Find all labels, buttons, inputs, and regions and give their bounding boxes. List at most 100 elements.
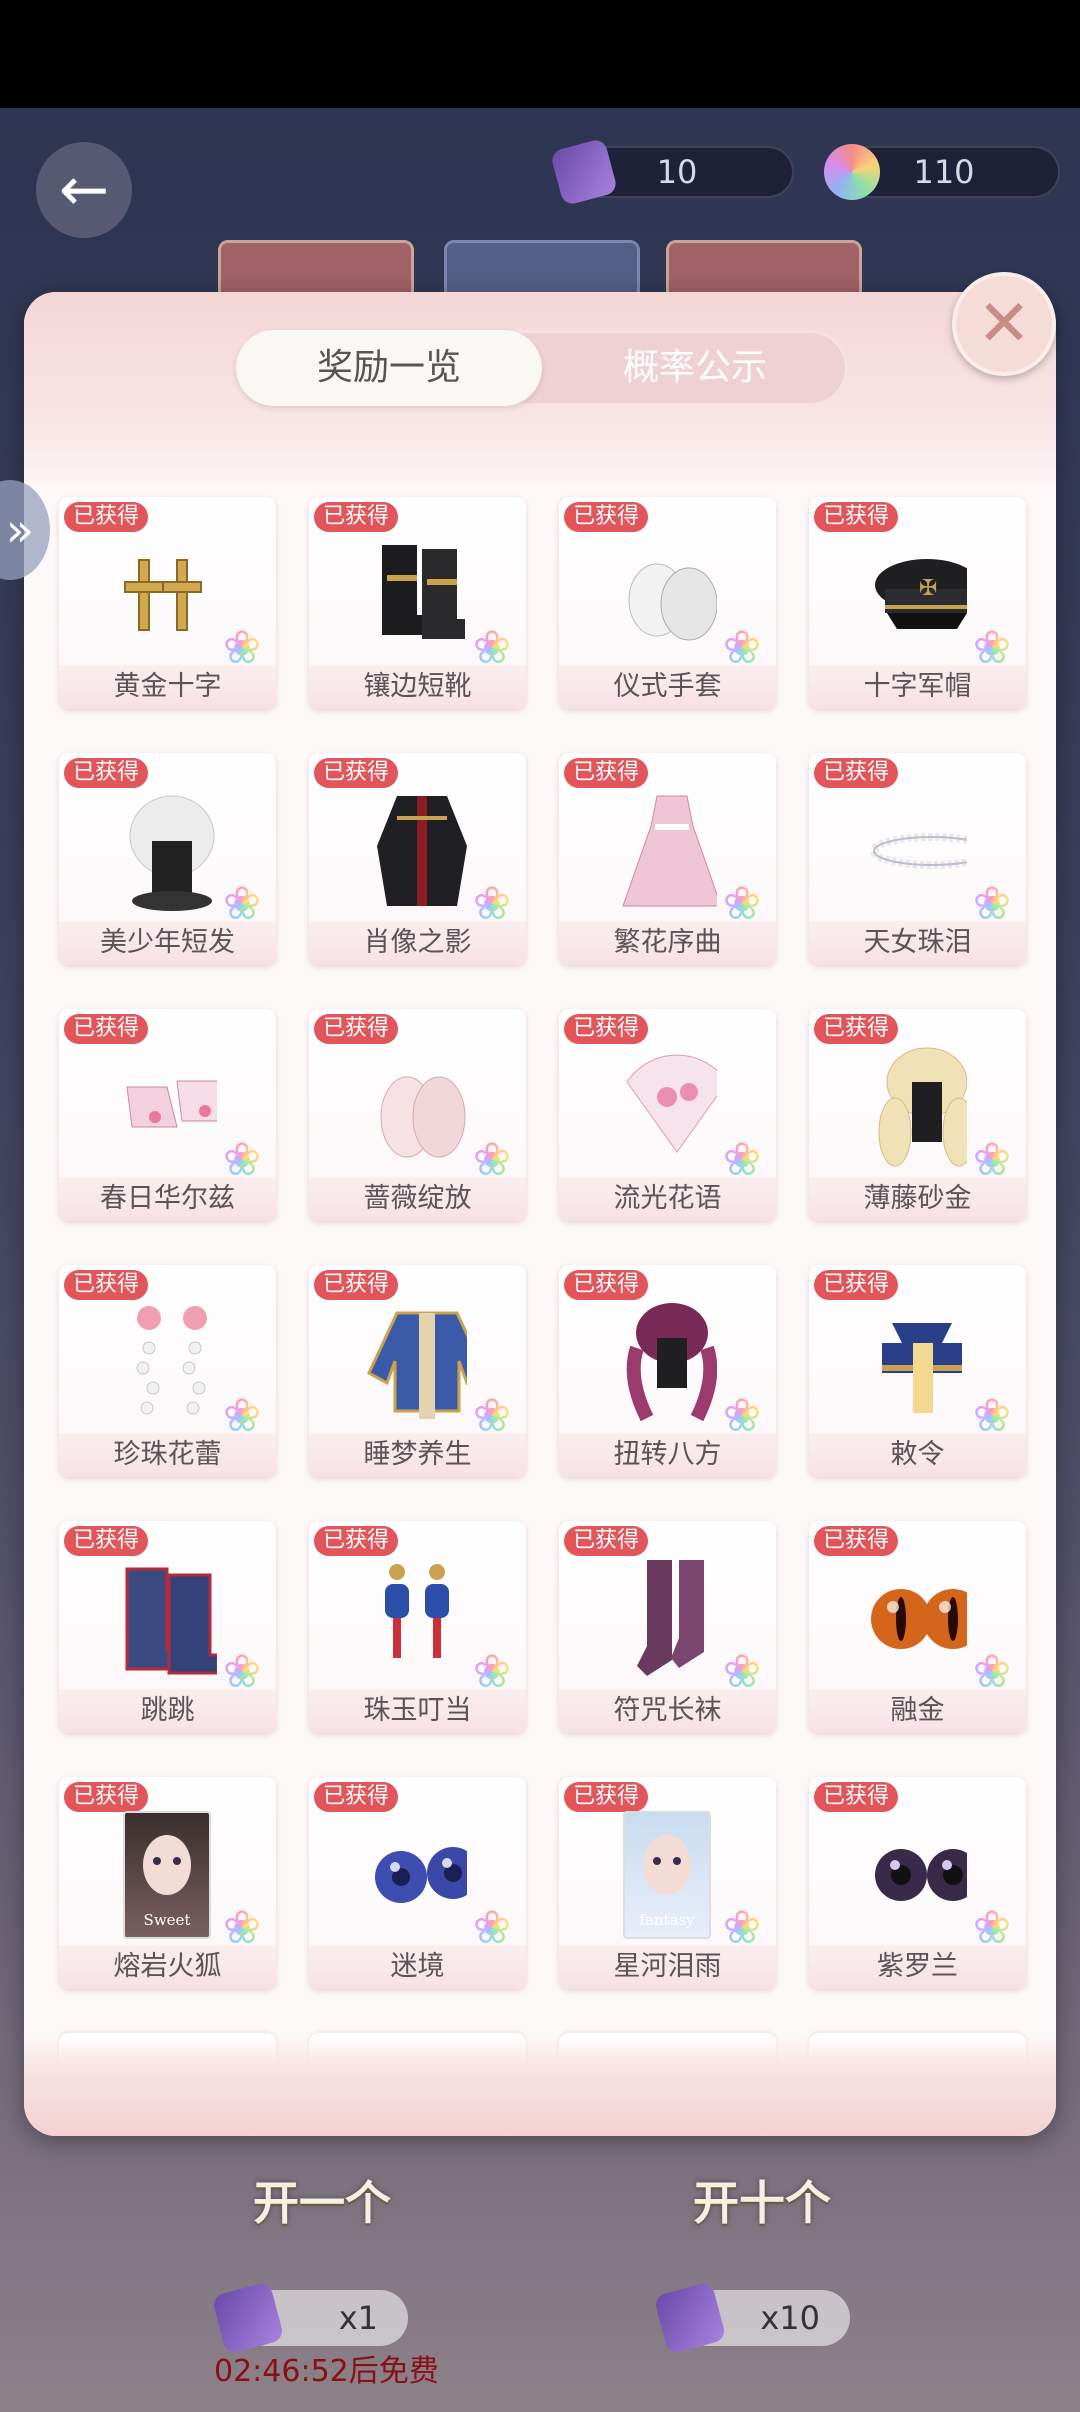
lantern-earrings-icon <box>367 1559 467 1679</box>
reward-name: 符咒长袜 <box>559 1689 776 1733</box>
rainbow-gem-icon <box>824 144 880 200</box>
white-gloves-icon <box>617 535 717 655</box>
obtained-badge: 已获得 <box>314 1014 399 1044</box>
obtained-badge: 已获得 <box>564 1270 649 1300</box>
reward-card[interactable]: 已获得 ❀ 薄藤砂金 <box>809 1009 1026 1221</box>
purple-braids-hair-icon <box>617 1303 717 1423</box>
reward-card[interactable]: 已获得 ❀ 敕令 <box>809 1265 1026 1477</box>
rainbow-flower-icon: ❀ <box>468 1647 516 1695</box>
tab-rewards[interactable]: 奖励一览 <box>236 330 542 406</box>
reward-card[interactable]: 已获得 ❀ 符咒长袜 <box>559 1521 776 1733</box>
reward-card[interactable]: 已获得 fantasy ❀ 星河泪雨 <box>559 1777 776 1989</box>
reward-card[interactable]: 已获得 ❀ 美少年短发 <box>59 753 276 965</box>
makeup-card-fantasy-icon: fantasy <box>621 1811 713 1939</box>
obtained-badge: 已获得 <box>814 1782 899 1812</box>
rainbow-flower-icon: ❀ <box>968 623 1016 671</box>
obtained-badge: 已获得 <box>564 1526 649 1556</box>
open-one-label: 开一个 <box>253 2176 391 2230</box>
tab-bar: 奖励一览 概率公示 <box>236 330 848 406</box>
reward-card[interactable]: 已获得 ❀ 融金 <box>809 1521 1026 1733</box>
obtained-badge: 已获得 <box>814 1270 899 1300</box>
reward-card[interactable]: 已获得 ❀ 仪式手套 <box>559 497 776 709</box>
obtained-badge: 已获得 <box>564 1014 649 1044</box>
reward-name: 熔岩火狐 <box>59 1945 276 1989</box>
military-cap-icon: ✠ <box>867 535 967 655</box>
obtained-badge: 已获得 <box>64 758 149 788</box>
free-timer: 02:46:52后免费 <box>214 2354 439 2389</box>
reward-card[interactable]: 已获得 ❀ 春日华尔兹 <box>59 1009 276 1221</box>
rainbow-flower-icon: ❀ <box>218 1391 266 1439</box>
makeup-card-text: fantasy <box>639 1911 695 1929</box>
cost-ten-pill: x10 <box>653 2281 850 2355</box>
violet-eyes-icon <box>867 1815 967 1935</box>
rainbow-flower-icon: ❀ <box>718 623 766 671</box>
reward-name: 迷境 <box>309 1945 526 1989</box>
reward-card[interactable]: 已获得 ❀ 肖像之影 <box>309 753 526 965</box>
pink-shoes-icon <box>117 1047 217 1167</box>
reward-name: 敕令 <box>809 1433 1026 1477</box>
obtained-badge: 已获得 <box>314 502 399 532</box>
reward-name: 薄藤砂金 <box>809 1177 1026 1221</box>
makeup-card-sweet-icon: Sweet <box>121 1811 213 1939</box>
obtained-badge: 已获得 <box>64 1014 149 1044</box>
reward-card[interactable]: 已获得 ❀ 珍珠花蕾 <box>59 1265 276 1477</box>
purple-stockings-icon <box>617 1559 717 1679</box>
blue-boots-icon <box>117 1559 217 1679</box>
rainbow-flower-icon: ❀ <box>718 879 766 927</box>
open-ten-button[interactable]: 开十个 <box>652 2150 872 2250</box>
reward-name: 肖像之影 <box>309 921 526 965</box>
gold-cross-earrings-icon <box>117 535 217 655</box>
back-button[interactable]: ← <box>36 142 132 238</box>
tab-probability[interactable]: 概率公示 <box>542 330 848 406</box>
reward-card[interactable]: 已获得 ❀ 流光花语 <box>559 1009 776 1221</box>
reward-card[interactable]: 已获得 ❀ 紫罗兰 <box>809 1777 1026 1989</box>
obtained-badge: 已获得 <box>64 502 149 532</box>
reward-name: 珍珠花蕾 <box>59 1433 276 1477</box>
reward-name: 流光花语 <box>559 1177 776 1221</box>
reward-card[interactable]: 已获得 ❀ 扭转八方 <box>559 1265 776 1477</box>
reward-card[interactable]: 已获得 Sweet ❀ 熔岩火狐 <box>59 1777 276 1989</box>
obtained-badge: 已获得 <box>64 1782 149 1812</box>
svg-text:✠: ✠ <box>919 576 937 601</box>
open-ten-label: 开十个 <box>693 2176 831 2230</box>
makeup-card-text: Sweet <box>143 1911 191 1929</box>
reward-card[interactable]: 已获得 ❀ 繁花序曲 <box>559 753 776 965</box>
modal-footer-bg <box>24 2036 1056 2136</box>
reward-name: 蔷薇绽放 <box>309 1177 526 1221</box>
obtained-badge: 已获得 <box>64 1270 149 1300</box>
reward-card[interactable]: 已获得 ❀ 天女珠泪 <box>809 753 1026 965</box>
flower-fan-icon <box>617 1047 717 1167</box>
blonde-curls-hair-icon <box>867 1047 967 1167</box>
rainbow-flower-icon: ❀ <box>468 879 516 927</box>
rainbow-flower-icon: ❀ <box>218 1647 266 1695</box>
cost-ten-text: x10 <box>760 2299 820 2337</box>
reward-name: 仪式手套 <box>559 665 776 709</box>
rainbow-flower-icon: ❀ <box>218 1135 266 1183</box>
rainbow-flower-icon: ❀ <box>468 1135 516 1183</box>
reward-card[interactable]: 已获得 ❀ 蔷薇绽放 <box>309 1009 526 1221</box>
talisman-hat-icon <box>867 1303 967 1423</box>
rainbow-flower-icon: ❀ <box>718 1135 766 1183</box>
reward-name: 黄金十字 <box>59 665 276 709</box>
status-bar <box>0 0 1080 108</box>
reward-card[interactable]: 已获得 ❀ 跳跳 <box>59 1521 276 1733</box>
obtained-badge: 已获得 <box>314 1526 399 1556</box>
pink-dress-icon <box>617 791 717 911</box>
reward-card[interactable]: 已获得 ❀ 迷境 <box>309 1777 526 1989</box>
reward-modal: 奖励一览 概率公示 已获得 ❀ 黄金十字 已获得 ❀ 镶边短靴 已获得 ❀ 仪式手套 已获得 ✠ ❀ 十… <box>24 292 1056 2136</box>
reward-card[interactable]: 已获得 ❀ 睡梦养生 <box>309 1265 526 1477</box>
reward-card[interactable]: 已获得 ❀ 珠玉叮当 <box>309 1521 526 1733</box>
open-one-button[interactable]: 开一个 <box>212 2150 432 2250</box>
golden-eyes-icon <box>867 1559 967 1679</box>
close-button[interactable]: ✕ <box>952 272 1056 376</box>
rainbow-flower-icon: ❀ <box>968 1135 1016 1183</box>
rainbow-flower-icon: ❀ <box>218 1903 266 1951</box>
rainbow-flower-icon: ❀ <box>968 1903 1016 1951</box>
reward-card[interactable]: 已获得 ❀ 黄金十字 <box>59 497 276 709</box>
pearl-necklace-icon <box>867 791 967 911</box>
reward-card[interactable]: 已获得 ❀ 镶边短靴 <box>309 497 526 709</box>
close-icon: ✕ <box>977 287 1031 361</box>
reward-card[interactable]: 已获得 ✠ ❀ 十字军帽 <box>809 497 1026 709</box>
tab-probability-label: 概率公示 <box>622 347 767 388</box>
pearl-earrings-icon <box>117 1303 217 1423</box>
